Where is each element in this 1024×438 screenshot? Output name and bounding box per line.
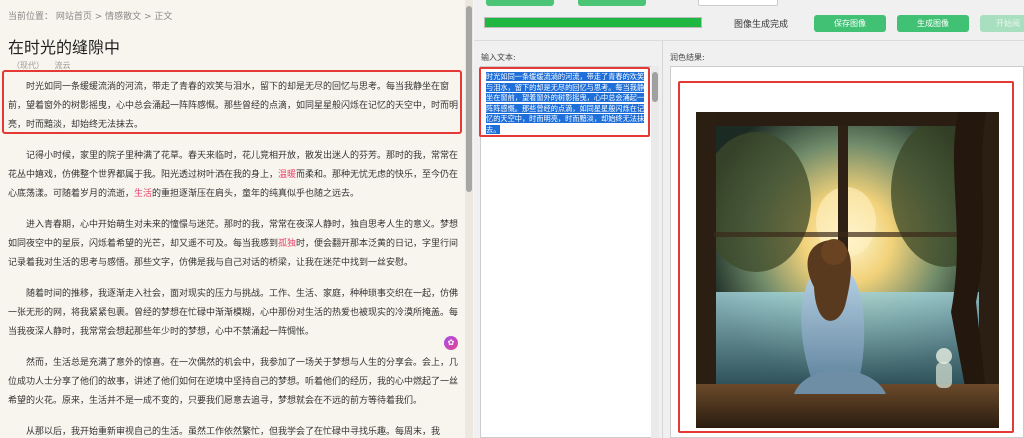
article-author[interactable]: 流云: [55, 61, 71, 70]
article-paragraph: 随着时间的推移，我逐渐走入社会，面对现实的压力与挑战。工作、生活、家庭，种种琐事…: [8, 285, 462, 342]
input-label: 输入文本:: [481, 53, 516, 62]
article-paragraph: 记得小时候，家里的院子里种满了花草。春天来临时，花儿竞相开放，散发出迷人的芬芳。…: [8, 147, 462, 204]
breadcrumb: 当前位置： 网站首页 > 情感散文 > 正文: [8, 12, 173, 22]
progress-bar: [484, 17, 702, 28]
generate-image-button[interactable]: 生成图像: [897, 15, 969, 32]
article-paragraph: 然而，生活总是充满了意外的惊喜。在一次偶然的机会中，我参加了一场关于梦想与人生的…: [8, 354, 462, 411]
top-button-1-partial[interactable]: [486, 0, 554, 6]
generated-image: [696, 112, 999, 428]
input-scrollbar-thumb[interactable]: [652, 72, 658, 102]
article-paragraph: 进入青春期，心中开始萌生对未来的憧憬与迷茫。那时的我，常常在夜深人静时，独自思考…: [8, 216, 462, 273]
article-title: 在时光的缝隙中: [8, 38, 121, 57]
assistant-float-icon[interactable]: ✿: [444, 336, 458, 350]
toolbar-divider: [474, 40, 1024, 41]
article-link[interactable]: 生活: [134, 189, 152, 199]
input-scrollbar[interactable]: [651, 66, 659, 438]
article-link[interactable]: 温暖: [278, 170, 296, 180]
article-text: 的重担逐渐压在肩头，童年的纯真似乎也随之远去。: [152, 189, 360, 199]
top-select-partial[interactable]: [698, 0, 778, 6]
article-text: 从那以后，我开始重新审视自己的生活。虽然工作依然繁忙，但我学会了在忙碌中寻找乐趣…: [26, 427, 441, 437]
article-link[interactable]: 孤独: [278, 239, 296, 249]
progress-bar-fill: [485, 18, 701, 27]
annotation-box-input-text: [479, 67, 650, 137]
article-pane: 当前位置： 网站首页 > 情感散文 > 正文 在时光的缝隙中 （现代） 流云 时…: [0, 0, 474, 438]
article-paragraph: 从那以后，我开始重新审视自己的生活。虽然工作依然繁忙，但我学会了在忙碌中寻找乐趣…: [8, 423, 462, 438]
start-reading-button[interactable]: 开始阅: [980, 15, 1024, 32]
top-button-2-partial[interactable]: [578, 0, 646, 6]
save-image-button[interactable]: 保存图像: [814, 15, 886, 32]
image-generator-app: 图像生成完成 保存图像 生成图像 开始阅 输入文本: 润色结果: 时光如同一条缓…: [474, 0, 1024, 438]
article-era: （现代）: [12, 61, 44, 70]
annotation-box-first-paragraph: [2, 70, 462, 134]
article-text: 然而，生活总是充满了意外的惊喜。在一次偶然的机会中，我参加了一场关于梦想与人生的…: [8, 358, 459, 406]
status-text: 图像生成完成: [734, 20, 789, 30]
article-scrollbar-thumb[interactable]: [466, 6, 472, 192]
article-text: 随着时间的推移，我逐渐走入社会，面对现实的压力与挑战。工作、生活、家庭，种种琐事…: [8, 289, 459, 337]
result-label: 润色结果:: [670, 53, 705, 62]
pane-divider[interactable]: [662, 41, 663, 438]
